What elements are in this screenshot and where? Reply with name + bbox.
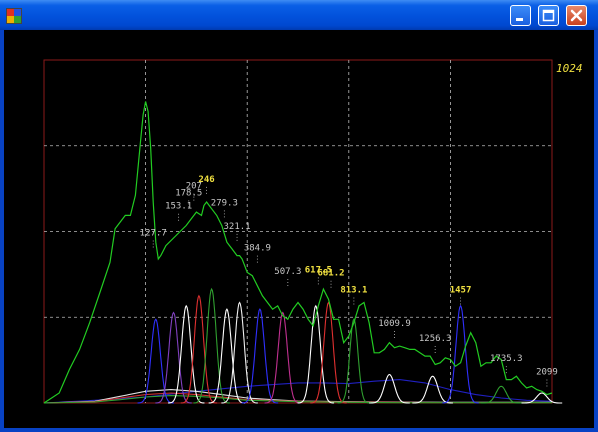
component-peak	[337, 318, 371, 404]
minimize-icon	[516, 18, 523, 21]
peak-label: 279.3	[211, 198, 238, 208]
peak-label: 1009.9	[378, 319, 411, 329]
peak-label: 681.2	[317, 269, 344, 279]
peak-label: 507.3	[274, 267, 301, 277]
total-trace	[43, 101, 553, 404]
component-peak	[480, 385, 522, 404]
peak-label: 384.9	[244, 244, 271, 254]
peak-label: 1457	[450, 285, 472, 295]
component-peak	[180, 294, 218, 404]
peak-label: 1256.3	[419, 334, 452, 344]
chart-area: 127.7 153.1 178.5 207 246 279.3 321.1 384.9 507.…	[4, 30, 594, 428]
total-series-line	[43, 101, 553, 404]
peak-label: 2099	[536, 368, 558, 378]
maximize-button[interactable]	[538, 5, 559, 26]
component-peak	[297, 304, 335, 404]
application-icon[interactable]	[6, 8, 22, 24]
close-button[interactable]	[566, 5, 587, 26]
y-max-label: 1024	[556, 62, 583, 75]
title-bar[interactable]	[0, 0, 598, 30]
peak-label: 153.1	[165, 202, 192, 212]
peak-label: 813.1	[340, 285, 367, 295]
peak-label: 246	[198, 175, 214, 185]
broad-curves	[43, 379, 553, 404]
minimize-button[interactable]	[510, 5, 531, 26]
peak-label: 321.1	[223, 222, 250, 232]
component-peak	[369, 373, 410, 404]
component-peak	[412, 375, 453, 404]
component-peak	[208, 308, 246, 404]
app-window: 127.7 153.1 178.5 207 246 279.3 321.1 384.9 507.…	[0, 0, 598, 432]
component-peak	[264, 311, 302, 404]
peak-label: 127.7	[140, 229, 167, 239]
peak-label: 1735.3	[490, 354, 523, 364]
component-peaks	[137, 287, 563, 404]
component-peak	[193, 287, 230, 404]
chart-canvas: 127.7153.1178.5207246279.3321.1384.9507.…	[43, 59, 583, 404]
close-icon	[570, 9, 583, 22]
component-peak	[167, 304, 205, 404]
component-peak	[521, 392, 563, 404]
maximize-icon	[542, 9, 555, 22]
grid-lines	[44, 60, 552, 403]
